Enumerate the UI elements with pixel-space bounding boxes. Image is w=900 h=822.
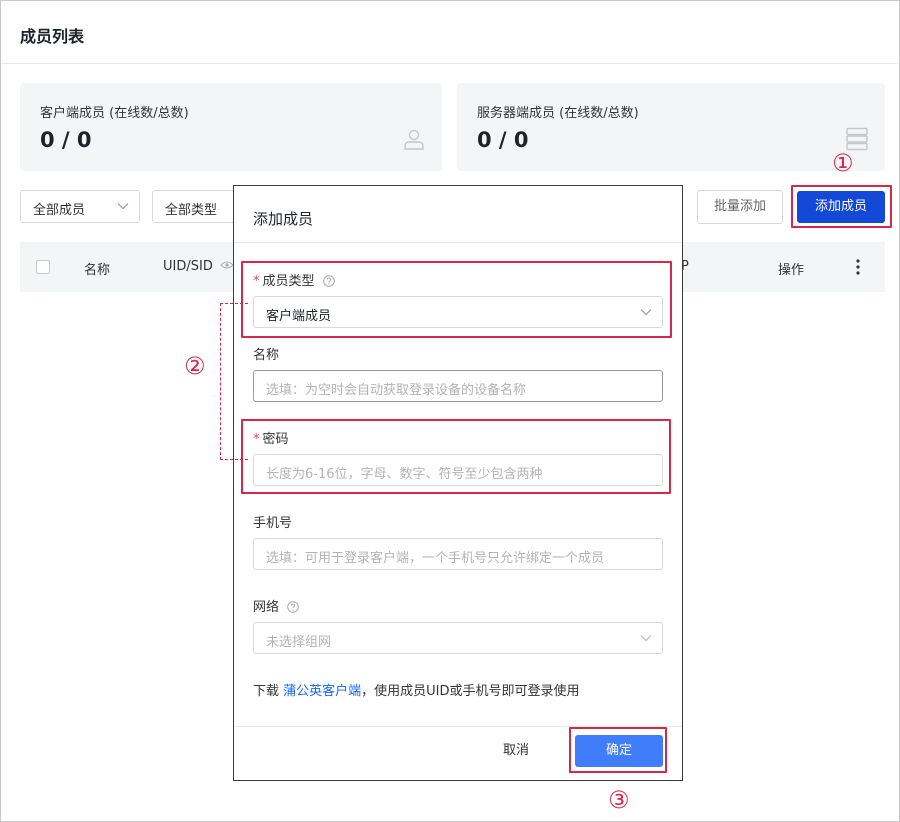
more-vertical-icon[interactable] — [853, 258, 863, 276]
select-all-checkbox[interactable] — [36, 260, 50, 274]
member-filter-select[interactable]: 全部成员 — [20, 190, 140, 223]
network-select[interactable]: 未选择组网 — [253, 622, 663, 654]
member-type-value: 客户端成员 — [266, 309, 332, 324]
chevron-down-icon — [640, 635, 652, 642]
download-client-link[interactable]: 蒲公英客户端 — [283, 684, 361, 699]
callout-1: ① — [832, 149, 854, 177]
cancel-button[interactable]: 取消 — [491, 735, 541, 767]
callout-2: ② — [184, 352, 206, 380]
member-type-label: * 成员类型 — [253, 270, 335, 289]
chevron-down-icon — [640, 309, 652, 316]
dialog-footer-divider — [234, 726, 682, 727]
client-member-stat-card: 客户端成员 (在线数/总数) 0 / 0 — [20, 83, 442, 171]
network-select-placeholder: 未选择组网 — [266, 635, 332, 650]
add-member-dialog: 添加成员 * 成员类型 客户端成员 名称 选填：为空时会自动获取登录设备的设备名称… — [233, 185, 683, 781]
column-header-uid-label: UID/SID — [163, 259, 213, 274]
phone-input[interactable]: 选填：可用于登录客户端，一个手机号只允许绑定一个成员 — [253, 538, 663, 570]
password-input-placeholder: 长度为6-16位，字母、数字、符号至少包含两种 — [266, 467, 543, 482]
help-circle-icon[interactable] — [287, 601, 299, 613]
eye-icon[interactable] — [220, 260, 234, 270]
member-type-select[interactable]: 客户端成员 — [253, 296, 663, 328]
callout-3: ③ — [608, 786, 630, 814]
confirm-button[interactable]: 确定 — [575, 735, 663, 767]
dialog-header-divider — [234, 242, 682, 243]
server-stat-label: 服务器端成员 (在线数/总数) — [477, 106, 639, 121]
server-icon — [846, 127, 868, 151]
phone-label: 手机号 — [253, 516, 293, 531]
network-label-text: 网络 — [253, 600, 280, 615]
callout-bracket — [220, 303, 248, 460]
member-type-label-text: 成员类型 — [262, 274, 315, 289]
member-filter-value: 全部成员 — [33, 203, 86, 218]
download-hint-suffix: ，使用成员UID或手机号即可登录使用 — [361, 684, 580, 699]
help-circle-icon[interactable] — [322, 275, 335, 287]
column-header-uid: UID/SID — [163, 259, 234, 274]
name-label: 名称 — [253, 348, 280, 363]
user-icon — [404, 129, 424, 150]
page-title: 成员列表 — [20, 27, 85, 46]
password-label: * 密码 — [253, 428, 289, 447]
phone-input-placeholder: 选填：可用于登录客户端，一个手机号只允许绑定一个成员 — [266, 551, 605, 566]
dialog-title: 添加成员 — [253, 210, 314, 228]
name-input[interactable]: 选填：为空时会自动获取登录设备的设备名称 — [253, 370, 663, 402]
add-member-button[interactable]: 添加成员 — [797, 191, 885, 223]
column-header-name: 名称 — [84, 263, 111, 278]
required-asterisk: * — [253, 274, 260, 289]
name-input-placeholder: 选填：为空时会自动获取登录设备的设备名称 — [266, 383, 527, 398]
required-asterisk: * — [253, 432, 260, 447]
page-header: 成员列表 — [1, 1, 898, 64]
client-stat-label: 客户端成员 (在线数/总数) — [40, 106, 189, 121]
chevron-down-icon — [117, 203, 129, 210]
column-header-actions: 操作 — [778, 263, 805, 278]
password-label-text: 密码 — [262, 432, 289, 447]
server-stat-value: 0 / 0 — [477, 128, 529, 152]
client-stat-value: 0 / 0 — [40, 128, 92, 152]
batch-add-button[interactable]: 批量添加 — [697, 190, 783, 224]
download-hint: 下载 蒲公英客户端，使用成员UID或手机号即可登录使用 — [253, 680, 580, 699]
password-input[interactable]: 长度为6-16位，字母、数字、符号至少包含两种 — [253, 454, 663, 486]
server-member-stat-card: 服务器端成员 (在线数/总数) 0 / 0 — [457, 83, 885, 171]
network-label: 网络 — [253, 596, 299, 615]
download-hint-prefix: 下载 — [253, 684, 284, 699]
type-filter-value: 全部类型 — [165, 203, 218, 218]
